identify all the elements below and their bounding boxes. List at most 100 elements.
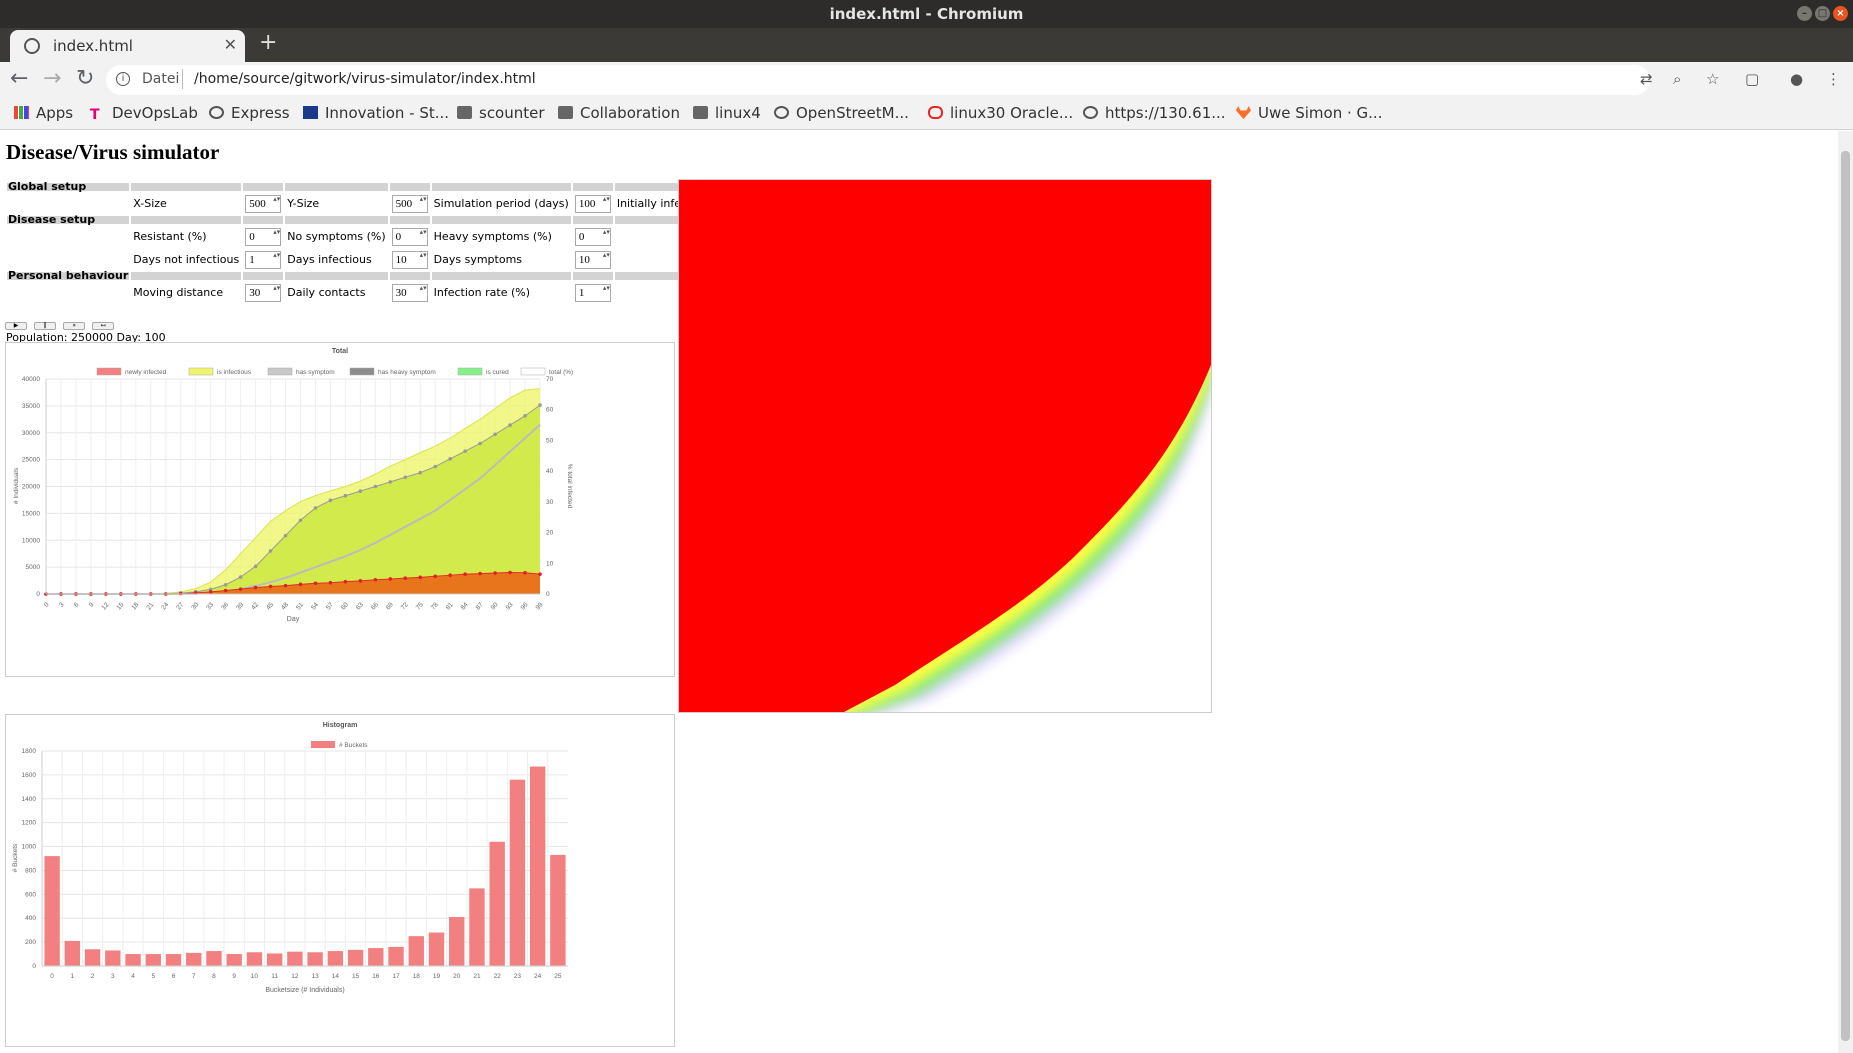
newly-infected-point bbox=[223, 588, 228, 593]
bookmark-devopslab[interactable]: T DevOpsLab bbox=[90, 104, 198, 123]
globe-icon bbox=[774, 106, 789, 119]
total-point bbox=[328, 498, 333, 503]
step-button[interactable]: » bbox=[63, 322, 86, 330]
newly-infected-point bbox=[268, 584, 273, 589]
legend-swatch bbox=[188, 367, 214, 376]
new-tab-icon[interactable]: + bbox=[259, 30, 277, 55]
histogram-bar bbox=[388, 946, 404, 966]
newly-infected-point bbox=[343, 579, 348, 584]
x-tick-label: 13 bbox=[311, 973, 319, 980]
setup-table: Global setup X-Size 500 Y-Size 500 Simul… bbox=[5, 181, 751, 305]
zoom-icon[interactable]: ⌕ bbox=[1673, 70, 1681, 88]
x-tick-label: 51 bbox=[295, 601, 305, 611]
close-tab-icon[interactable]: ✕ bbox=[224, 35, 237, 54]
rate-input[interactable]: 1 bbox=[574, 283, 611, 302]
bookmark-collaboration[interactable]: Collaboration bbox=[558, 104, 680, 122]
dayssym-input[interactable]: 10 bbox=[574, 250, 611, 269]
notinf-input[interactable]: 1 bbox=[245, 250, 282, 269]
contacts-input[interactable]: 30 bbox=[391, 283, 428, 302]
forward-icon[interactable]: → bbox=[43, 66, 61, 91]
x-tick-label: 21 bbox=[473, 973, 481, 980]
x-tick-label: 2 bbox=[91, 973, 95, 980]
close-window-icon[interactable]: × bbox=[1833, 6, 1848, 21]
folder-icon bbox=[558, 106, 573, 119]
x-tick-label: 39 bbox=[235, 601, 245, 611]
bookmark-gitlab[interactable]: Uwe Simon · G... bbox=[1236, 104, 1382, 122]
pause-button[interactable]: ‖ bbox=[34, 322, 57, 330]
total-point bbox=[508, 423, 512, 427]
y-axis-label: # Individuals bbox=[13, 467, 20, 504]
notinf-label: Days not infectious bbox=[133, 253, 240, 266]
heavy-label: Heavy symptoms (%) bbox=[433, 230, 552, 243]
nosym-input[interactable]: 0 bbox=[391, 227, 428, 246]
histogram-bar bbox=[145, 954, 161, 966]
url-text[interactable]: /home/source/gitwork/virus-simulator/ind… bbox=[194, 71, 536, 87]
total-point bbox=[268, 549, 273, 553]
x-tick-label: 6 bbox=[172, 973, 176, 980]
y-tick-label: 20000 bbox=[22, 484, 40, 491]
back-icon[interactable]: ← bbox=[10, 66, 28, 91]
simulation-canvas[interactable] bbox=[678, 179, 1212, 713]
play-button[interactable]: ▶ bbox=[5, 322, 27, 330]
menu-icon[interactable]: ⋮ bbox=[1826, 70, 1841, 88]
heavy-input[interactable]: 0 bbox=[574, 227, 611, 246]
translate-icon[interactable]: ⇄ bbox=[1640, 70, 1653, 88]
maximize-icon[interactable]: □ bbox=[1815, 6, 1830, 21]
legend-swatch bbox=[457, 367, 483, 376]
histogram-chart: Histogram # Buckets 0 200 400 600 800 1000 1200 1… bbox=[5, 714, 675, 1047]
xsize-input[interactable]: 500 bbox=[245, 194, 282, 213]
x-axis-label: Bucketsize (# Individuals) bbox=[265, 987, 344, 994]
resistant-label: Resistant (%) bbox=[133, 230, 207, 243]
x-tick-label: 14 bbox=[332, 973, 340, 980]
info-icon[interactable]: i bbox=[116, 72, 130, 86]
moving-input[interactable]: 30 bbox=[245, 283, 282, 302]
reload-icon[interactable]: ↻ bbox=[76, 66, 94, 91]
address-bar[interactable]: i Datei /home/source/gitwork/virus-simul… bbox=[106, 65, 1650, 95]
x-tick-label: 27 bbox=[175, 601, 185, 611]
x-tick-label: 93 bbox=[505, 601, 515, 611]
newly-infected-point bbox=[298, 582, 303, 587]
daysinf-input[interactable]: 10 bbox=[391, 250, 428, 269]
bookmark-apps[interactable]: Apps bbox=[14, 104, 73, 122]
resistant-input[interactable]: 0 bbox=[245, 227, 282, 246]
legend-swatch bbox=[349, 367, 375, 376]
page-scrollbar[interactable] bbox=[1838, 131, 1853, 1053]
total-chart-svg: Total newly infected is infectious has symp… bbox=[13, 348, 573, 623]
legend-swatch bbox=[520, 367, 546, 376]
total-point bbox=[403, 475, 408, 480]
x-tick-label: 75 bbox=[415, 601, 425, 611]
bookmark-scounter[interactable]: scounter bbox=[457, 104, 545, 122]
x-tick-label: 99 bbox=[535, 601, 545, 611]
minimize-icon[interactable]: – bbox=[1797, 6, 1812, 21]
period-input[interactable]: 100 bbox=[574, 194, 611, 213]
y2-axis-label: % total infected bbox=[566, 464, 573, 509]
y-tick-label: 400 bbox=[25, 915, 36, 922]
y-tick-label: 15000 bbox=[22, 510, 40, 517]
bookmark-linux30[interactable]: linux30 Oracle... bbox=[928, 104, 1073, 122]
bookmark-ip[interactable]: https://130.61... bbox=[1083, 104, 1226, 122]
bookmark-openstreetmap[interactable]: OpenStreetM... bbox=[774, 104, 909, 122]
histogram-bar bbox=[428, 932, 445, 966]
extension-icon[interactable]: ▢ bbox=[1745, 70, 1759, 88]
total-point bbox=[238, 575, 243, 579]
apps-icon bbox=[14, 106, 29, 119]
star-icon[interactable]: ☆ bbox=[1706, 70, 1719, 88]
reset-button[interactable]: ↤ bbox=[92, 322, 115, 330]
histogram-bar bbox=[44, 856, 60, 966]
histogram-bar bbox=[64, 940, 81, 966]
globe-icon bbox=[1083, 106, 1098, 119]
newly-infected-point bbox=[388, 577, 393, 581]
x-tick-label: 42 bbox=[250, 601, 260, 611]
ysize-input[interactable]: 500 bbox=[391, 194, 428, 213]
scrollbar-thumb[interactable] bbox=[1841, 151, 1850, 1041]
bookmark-linux4[interactable]: linux4 bbox=[693, 104, 761, 122]
profile-icon[interactable]: ● bbox=[1790, 70, 1803, 88]
legend-swatch bbox=[311, 741, 335, 748]
bookmark-express[interactable]: Express bbox=[209, 104, 290, 122]
tab-index[interactable]: index.html ✕ bbox=[10, 30, 245, 62]
x-tick-label: 23 bbox=[514, 973, 522, 980]
newly-infected-point bbox=[478, 571, 482, 576]
bookmark-innovation[interactable]: Innovation - St... bbox=[303, 104, 449, 122]
histogram-bar bbox=[84, 949, 101, 966]
histogram-bar bbox=[165, 954, 182, 966]
